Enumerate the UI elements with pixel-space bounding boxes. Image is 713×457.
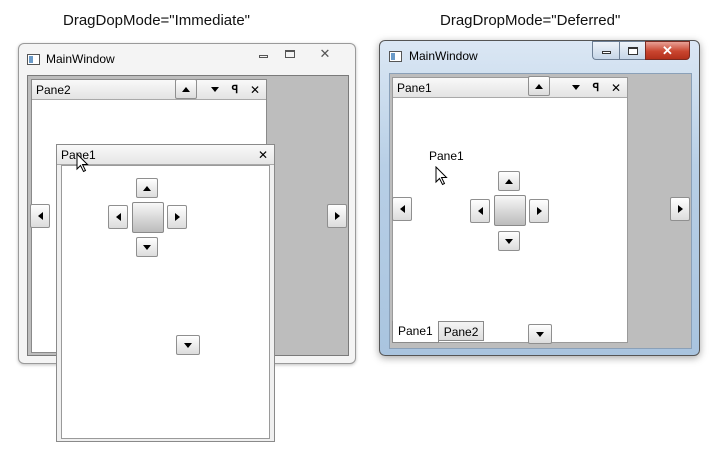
app-icon: [27, 54, 40, 65]
close-button[interactable]: ✕: [645, 41, 690, 60]
floating-pane1-tools: ✕: [256, 147, 270, 162]
app-icon: [389, 51, 402, 62]
dock-left-icon: [37, 212, 43, 220]
close-icon: ✕: [319, 46, 331, 61]
pane-menu-button[interactable]: [208, 82, 222, 97]
close-button[interactable]: ✕: [303, 45, 347, 63]
dock-compass-top[interactable]: [498, 171, 520, 191]
maximize-icon: [285, 50, 295, 58]
dock-compass-bottom[interactable]: [136, 237, 158, 257]
floating-pane1[interactable]: Pane1 ✕: [56, 144, 275, 442]
dock-left-icon: [399, 205, 405, 213]
dock-left-icon: [477, 207, 483, 215]
window-title: MainWindow: [409, 49, 478, 63]
dock-compass-left[interactable]: [108, 205, 128, 229]
dock-right-icon: [536, 207, 542, 215]
close-icon: ✕: [249, 82, 261, 97]
pane-close-button[interactable]: ✕: [248, 82, 262, 97]
minimize-button[interactable]: [249, 45, 277, 63]
dock-right-icon: [334, 212, 340, 220]
dock-down-icon: [143, 244, 151, 250]
dock-down-icon: [184, 342, 192, 348]
dropdown-arrow-icon: [211, 87, 219, 92]
close-icon: ✕: [610, 80, 622, 95]
pin-icon: ꟼ: [592, 82, 600, 94]
dock-root-top[interactable]: [528, 76, 550, 96]
caption-buttons: ✕: [249, 45, 347, 63]
mouse-pointer-icon: [435, 166, 448, 186]
caption-immediate: DragDopMode="Immediate": [63, 12, 250, 29]
dock-compass-right[interactable]: [529, 199, 549, 223]
pane-tab-strip: Pane1 Pane2: [392, 321, 485, 343]
dock-up-icon: [143, 185, 151, 191]
dock-right-icon: [677, 205, 683, 213]
dock-right-icon: [174, 213, 180, 221]
dock-up-icon: [182, 86, 190, 92]
dock-up-icon: [505, 178, 513, 184]
maximize-button[interactable]: [277, 45, 303, 63]
dock-compass-top[interactable]: [136, 178, 158, 198]
dock-root-left[interactable]: [392, 197, 412, 221]
dock-root-right[interactable]: [327, 204, 347, 228]
pane-close-button[interactable]: ✕: [256, 147, 270, 162]
tab-pane1[interactable]: Pane1: [392, 321, 439, 343]
dock-down-icon: [505, 238, 513, 244]
window-title: MainWindow: [46, 52, 115, 66]
mouse-pointer-icon: [76, 153, 89, 173]
close-icon: ✕: [662, 42, 673, 58]
pane2-title: Pane2: [36, 83, 71, 97]
caption-buttons: ✕: [592, 41, 690, 60]
dock-root-bottom[interactable]: [176, 335, 200, 355]
pane1-tools: ꟼ ✕: [569, 80, 623, 95]
dock-left-icon: [115, 213, 121, 221]
pin-icon: ꟼ: [231, 84, 239, 96]
pane1-header[interactable]: Pane1 ꟼ ✕: [393, 78, 627, 98]
dock-compass-left[interactable]: [470, 199, 490, 223]
dock-compass-center[interactable]: [494, 195, 526, 226]
tab-label: Pane1: [398, 324, 433, 338]
dock-compass-bottom[interactable]: [498, 231, 520, 251]
maximize-icon: [627, 46, 638, 55]
dock-up-icon: [535, 83, 543, 89]
dropdown-arrow-icon: [572, 85, 580, 90]
caption-deferred: DragDropMode="Deferred": [440, 12, 621, 29]
close-icon: ✕: [257, 147, 269, 162]
minimize-icon: [258, 54, 268, 58]
dock-root-left[interactable]: [30, 204, 50, 228]
dock-down-icon: [536, 331, 544, 337]
dock-compass-center[interactable]: [132, 202, 164, 233]
dock-compass-right[interactable]: [167, 205, 187, 229]
pane2-tools: ꟼ ✕: [208, 82, 262, 97]
pane-close-button[interactable]: ✕: [609, 80, 623, 95]
dock-root-top[interactable]: [175, 79, 197, 99]
dock-root-right[interactable]: [670, 197, 690, 221]
tab-label: Pane2: [443, 325, 479, 339]
floating-pane1-content: [61, 165, 270, 439]
pane1: Pane1 ꟼ ✕ Pane1: [392, 77, 628, 343]
pane1-title: Pane1: [397, 81, 432, 95]
tab-pane2[interactable]: Pane2: [438, 321, 485, 341]
window-client-area: Pane1 ꟼ ✕ Pane1 Pane1 Pane2: [389, 73, 692, 349]
pane-menu-button[interactable]: [569, 80, 583, 95]
pin-button[interactable]: ꟼ: [589, 80, 603, 95]
pin-button[interactable]: ꟼ: [228, 82, 242, 97]
maximize-button[interactable]: [619, 41, 645, 60]
drag-preview-label: Pane1: [429, 149, 464, 163]
main-window-deferred: MainWindow ✕ Pane1 ꟼ ✕ Pane1 Pane1 Pane2: [379, 40, 700, 356]
pane2-header[interactable]: Pane2 ꟼ ✕: [32, 80, 266, 100]
minimize-icon: [601, 51, 611, 54]
dock-root-bottom[interactable]: [528, 324, 552, 344]
minimize-button[interactable]: [592, 41, 619, 60]
